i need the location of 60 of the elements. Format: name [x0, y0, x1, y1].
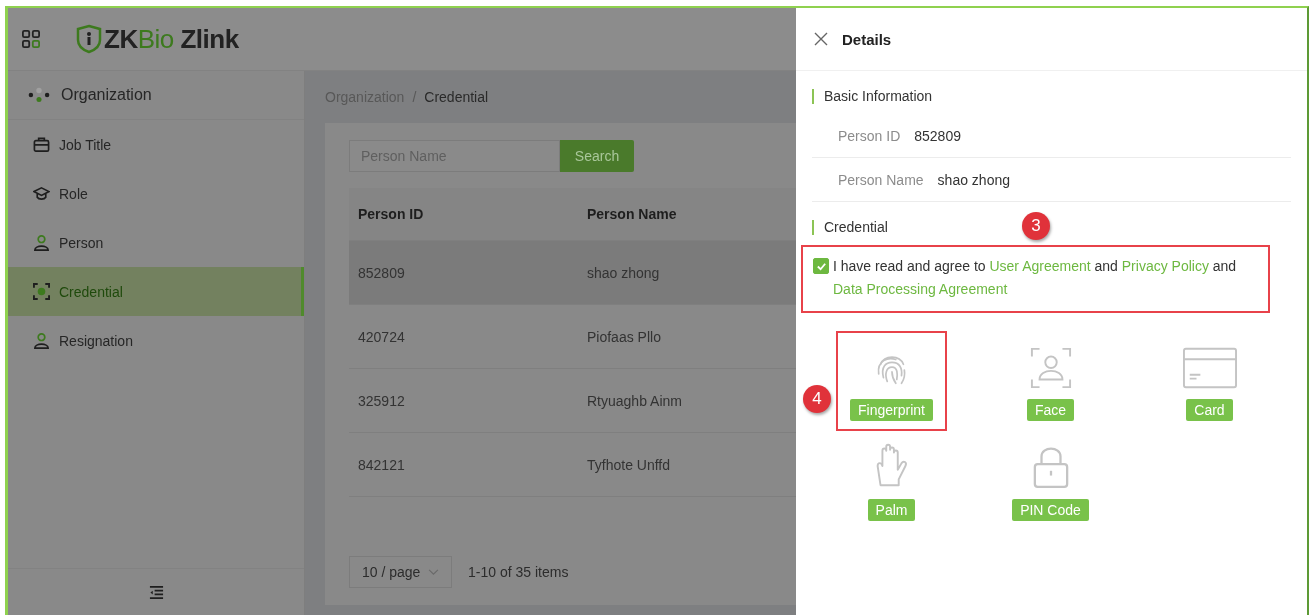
- checkmark-icon: [815, 260, 827, 272]
- table-cell-text: Piofaas Pllo: [586, 328, 661, 345]
- agreement-text: I have read and agree to User Agreement and Privacy Policy and Data Processing Agreement: [833, 257, 1238, 299]
- table-cell-text: shao zhong: [586, 264, 660, 281]
- credential-label: Fingerprint: [850, 399, 933, 421]
- shield-logo-icon: [76, 24, 102, 54]
- sidebar-item[interactable]: Organization: [8, 71, 304, 120]
- sidebar-item[interactable]: Role: [8, 169, 304, 218]
- field-value: 852809: [914, 127, 961, 144]
- credential-label: Face: [1026, 399, 1075, 421]
- credential-option[interactable]: Face: [995, 331, 1106, 431]
- table-cell-text: 852809: [357, 264, 406, 281]
- table-cell-text: 842121: [357, 456, 406, 473]
- person-icon: [33, 234, 50, 251]
- sidebar-item[interactable]: Job Title: [8, 120, 304, 169]
- sidebar-item[interactable]: Resignation: [8, 316, 304, 365]
- network-icon: [26, 86, 52, 104]
- chevron-down-icon: [428, 568, 439, 576]
- face-scan-icon: [1029, 347, 1072, 389]
- menu-collapse-icon: [148, 584, 164, 600]
- app-grid-icon[interactable]: [22, 30, 40, 48]
- table-cell-text: Rtyuaghb Ainm: [586, 392, 682, 409]
- credential-label: PIN Code: [1012, 499, 1089, 521]
- table-cell-text: Tyfhote Unffd: [586, 456, 670, 473]
- credential-label: Palm: [867, 499, 916, 521]
- sidebar-item[interactable]: Person: [8, 218, 304, 267]
- column-header: Person Name: [586, 206, 677, 222]
- item-count: 1-10 of 35 items: [468, 564, 569, 580]
- field-value: shao zhong: [937, 171, 1010, 188]
- step-marker: 4: [803, 385, 831, 413]
- page-size-select[interactable]: 10 / page: [349, 556, 452, 588]
- graduation-cap-icon: [33, 185, 50, 202]
- close-icon[interactable]: [814, 32, 828, 46]
- table-cell-text: 420724: [357, 328, 406, 345]
- field-label: Person ID: [838, 127, 901, 144]
- credential-option[interactable]: Card: [1154, 331, 1265, 431]
- card-icon: [1182, 347, 1237, 389]
- column-header: Person ID: [357, 206, 425, 222]
- table-row[interactable]: 852809 shao zhong: [349, 241, 796, 305]
- agreement-link[interactable]: Data Processing Agreement: [833, 281, 1008, 297]
- drawer-title: Details: [842, 30, 892, 48]
- breadcrumb-separator: /: [412, 89, 417, 105]
- agreement-link[interactable]: User Agreement: [989, 258, 1091, 274]
- field-label: Person Name: [838, 171, 924, 188]
- agreement-checkbox[interactable]: [813, 258, 829, 274]
- briefcase-icon: [33, 136, 50, 153]
- breadcrumb-item: Credential: [424, 89, 489, 105]
- sidebar-item[interactable]: Credential: [8, 267, 304, 316]
- search-button[interactable]: Search: [560, 140, 634, 172]
- table-cell-text: 325912: [357, 392, 406, 409]
- step-marker: 3: [1022, 212, 1050, 240]
- credential-label: Card: [1186, 399, 1233, 421]
- lock-icon: [1031, 445, 1070, 489]
- person-icon: [33, 332, 50, 349]
- logo-text: ZKBio Zlink: [104, 23, 239, 55]
- credential-option[interactable]: PIN Code: [995, 431, 1106, 531]
- scan-icon: [33, 283, 50, 300]
- credential-option[interactable]: Palm: [836, 431, 947, 531]
- agreement-link[interactable]: Privacy Policy: [1121, 258, 1209, 274]
- section-title: Basic Information: [812, 89, 1307, 104]
